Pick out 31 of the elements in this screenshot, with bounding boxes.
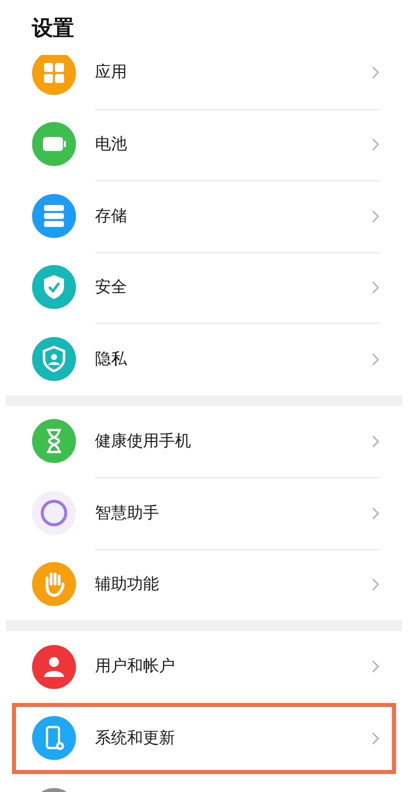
chevron-icon <box>371 577 380 592</box>
shield-check-icon <box>32 265 76 310</box>
menu-item-label[interactable]: 隐私 <box>95 348 127 370</box>
chevron-icon <box>371 659 380 674</box>
menu-item-label[interactable]: 用户和帐户 <box>95 656 175 678</box>
ring-icon <box>32 490 76 535</box>
menu-item-label[interactable]: 辅助功能 <box>95 574 159 596</box>
menu-item-label[interactable]: 健康使用手机 <box>95 430 191 452</box>
person-icon <box>32 644 76 689</box>
menu-item-label[interactable]: 电池 <box>95 134 127 156</box>
storage-icon <box>32 194 76 238</box>
page-title: 设置 <box>32 14 74 42</box>
menu-item-label[interactable]: 安全 <box>95 277 127 298</box>
chevron-icon <box>371 280 380 296</box>
menu-item-label[interactable]: 系统和更新 <box>95 728 175 750</box>
hourglass-icon <box>32 419 76 464</box>
chevron-icon <box>371 434 380 449</box>
hand-icon <box>32 562 76 606</box>
chevron-icon <box>371 352 380 367</box>
chevron-icon <box>371 65 380 80</box>
chevron-icon <box>371 731 380 746</box>
phone-gear-icon <box>32 716 76 760</box>
menu-item-label[interactable]: 智慧助手 <box>95 502 159 524</box>
chevron-icon <box>371 208 380 224</box>
grid-icon <box>32 55 76 95</box>
menu-item-label[interactable]: 存储 <box>95 206 127 227</box>
battery-icon <box>32 122 76 166</box>
chevron-icon <box>371 137 380 152</box>
chevron-icon <box>371 506 380 521</box>
menu-item-label[interactable]: 应用 <box>95 62 127 84</box>
shield-person-icon <box>32 336 76 381</box>
